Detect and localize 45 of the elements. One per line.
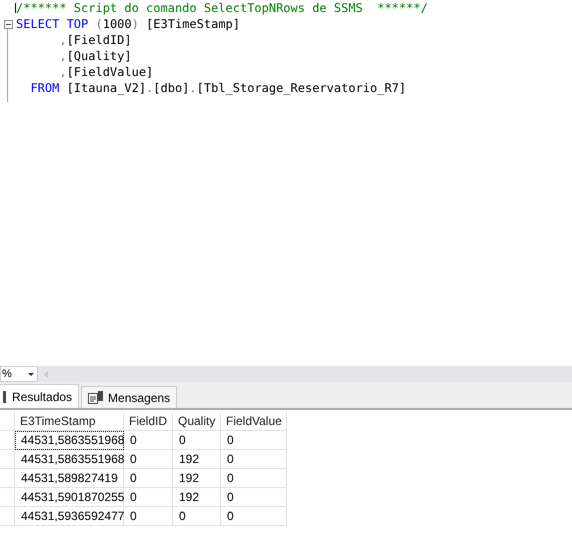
table-cell: 0: [124, 431, 173, 450]
column-header[interactable]: FieldID: [124, 412, 173, 431]
row-header[interactable]: [0, 507, 15, 526]
code-comment: /****** Script do comando SelectTopNRows de SSMS ******/: [16, 0, 428, 16]
row-header[interactable]: [0, 431, 15, 450]
table-cell: 44531,5863551968: [15, 450, 124, 469]
table-cell: 0: [221, 450, 287, 469]
code-line: ,[FieldID]: [59, 32, 132, 48]
column-header[interactable]: E3TimeStamp: [15, 412, 124, 431]
grid-icon: [3, 390, 7, 402]
zoom-dropdown[interactable]: %: [0, 366, 38, 382]
caret-icon: [28, 372, 34, 376]
table-cell: 0: [221, 469, 287, 488]
text-caret: [15, 3, 16, 13]
code-editor[interactable]: /****** Script do comando SelectTopNRows de SSMS ******/ SELECT TOP (1000) [E3TimeStamp] ,[FieldID] ,[Quality] ,[FieldValue] FROM [Itauna_V2].[dbo].[Tbl_Storage_Reservatorio_R7]: [0, 0, 572, 366]
results-tab[interactable]: Resultados: [0, 384, 80, 408]
message-icon: [88, 391, 104, 404]
code-line: ,[Quality]: [59, 48, 132, 64]
table-cell: 0: [221, 488, 287, 507]
table-cell: 192: [173, 469, 221, 488]
collapse-icon[interactable]: [4, 20, 12, 28]
table-cell: 0: [221, 431, 287, 450]
results-tab[interactable]: Mensagens: [81, 386, 178, 408]
table-cell: 44531,589827419: [15, 469, 124, 488]
table-cell: 0: [173, 507, 221, 526]
table-cell: 0: [124, 450, 173, 469]
table-cell: 44531,5901870255: [15, 488, 124, 507]
code-line: ,[FieldValue]: [59, 64, 154, 80]
code-line: SELECT TOP (1000) [E3TimeStamp]: [16, 16, 240, 32]
table-cell: 0: [173, 431, 221, 450]
table-cell: 192: [173, 450, 221, 469]
row-header[interactable]: [0, 412, 15, 431]
table-cell: 192: [173, 488, 221, 507]
code-line: FROM [Itauna_V2].[dbo].[Tbl_Storage_Reservatorio_R7]: [30, 80, 406, 96]
column-header[interactable]: Quality: [173, 412, 221, 431]
table-cell: 0: [221, 507, 287, 526]
row-header[interactable]: [0, 469, 15, 488]
row-header[interactable]: [0, 450, 15, 469]
table-cell: 0: [124, 488, 173, 507]
table-cell: 44531,5863551968: [15, 431, 124, 450]
table-cell: 0: [124, 469, 173, 488]
table-cell: 0: [124, 507, 173, 526]
row-header[interactable]: [0, 488, 15, 507]
column-header[interactable]: FieldValue: [221, 412, 287, 431]
table-cell: 44531,5936592477: [15, 507, 124, 526]
